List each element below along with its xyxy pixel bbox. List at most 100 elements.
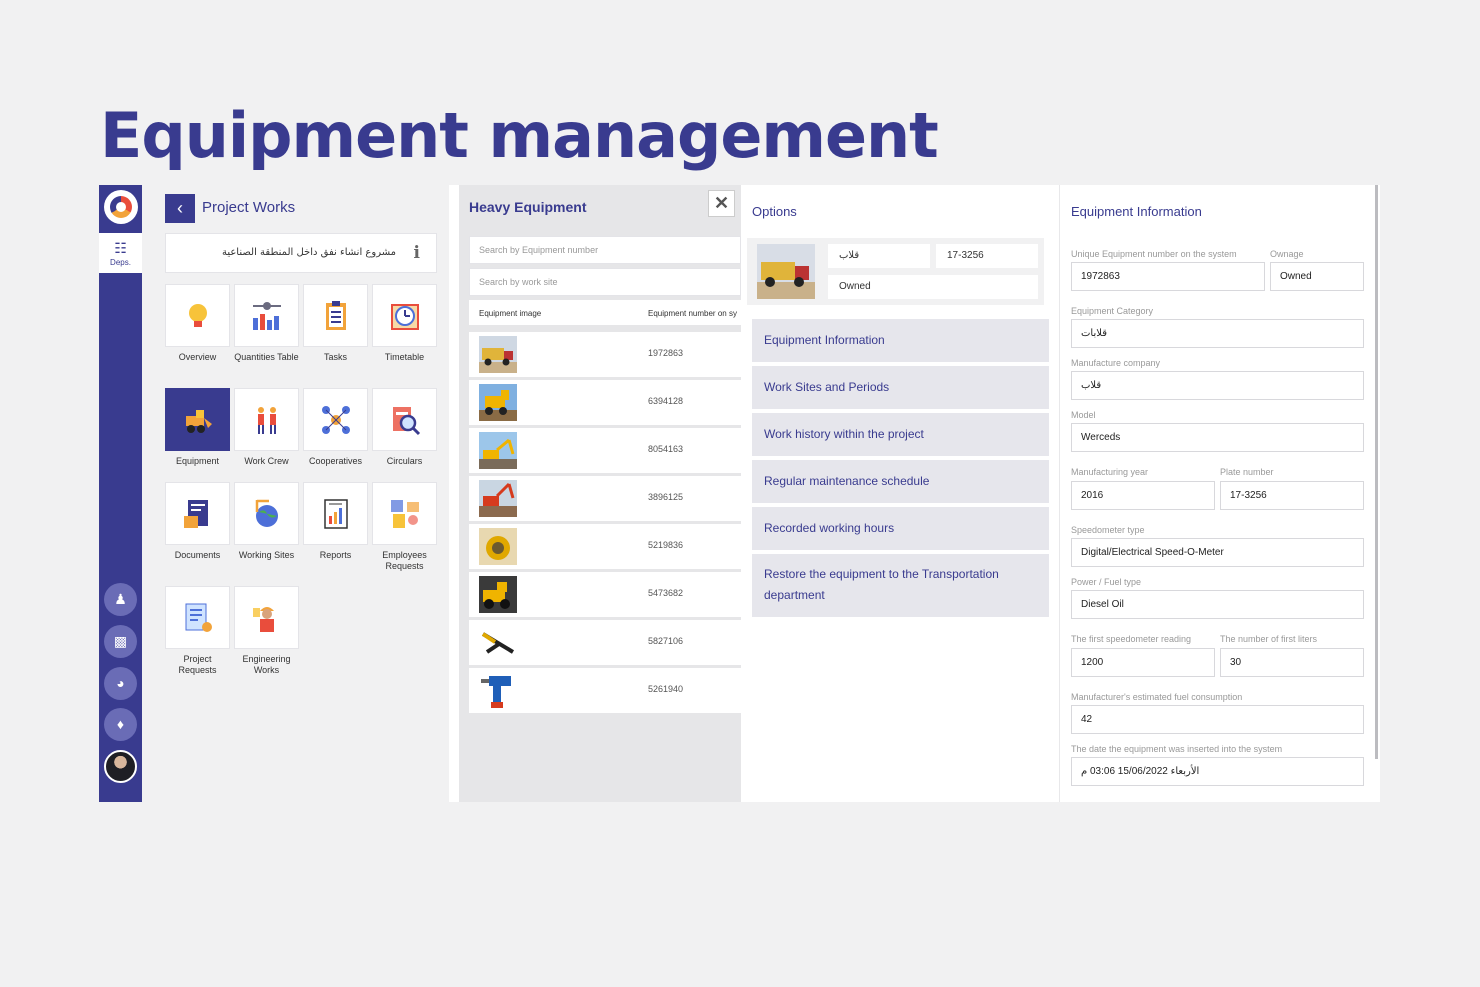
search-equipment-number-input[interactable]: Search by Equipment number: [469, 236, 741, 264]
plate-label: Plate number: [1220, 467, 1274, 477]
tile-work-crew[interactable]: Work Crew: [234, 388, 299, 467]
tile-overview[interactable]: Overview: [165, 284, 230, 363]
equipment-information-panel: Equipment Information Unique Equipment n…: [1061, 185, 1380, 802]
rail-users-button[interactable]: ♟: [104, 583, 137, 616]
tile-label: Overview: [178, 352, 217, 362]
project-name-box[interactable]: مشروع انشاء نفق داخل المنطقة الصناعية i: [165, 233, 437, 273]
model-field[interactable]: Werceds: [1071, 423, 1364, 452]
close-icon: ✕: [713, 193, 730, 213]
table-row[interactable]: 5261940: [469, 668, 741, 713]
option-working-hours[interactable]: Recorded working hours: [752, 507, 1049, 550]
fuel-field[interactable]: Diesel Oil: [1071, 590, 1364, 619]
tile-employees-requests[interactable]: Employees Requests: [372, 482, 437, 572]
panel-title: Heavy Equipment: [469, 199, 587, 215]
scrollbar[interactable]: [1375, 185, 1378, 759]
table-row[interactable]: 5473682: [469, 572, 741, 617]
chevron-left-icon: ‹: [177, 198, 183, 218]
option-work-sites-periods[interactable]: Work Sites and Periods: [752, 366, 1049, 409]
panel-title: Project Works: [202, 199, 296, 216]
tile-label: Circulars: [386, 456, 423, 466]
manufacturer-field[interactable]: قلاب: [1071, 371, 1364, 400]
quantities-chart-icon: [253, 302, 281, 330]
rail-dashboard-button[interactable]: ◕: [104, 667, 137, 700]
info-icon[interactable]: i: [414, 243, 420, 263]
options-panel: Options قلاب 17-3256 Owned Equipment Inf…: [742, 185, 1060, 802]
tile-working-sites[interactable]: Working Sites: [234, 482, 299, 561]
search-work-site-input[interactable]: Search by work site: [469, 268, 741, 296]
rail-tab-label: Deps.: [110, 258, 131, 267]
tile-project-requests[interactable]: Project Requests: [165, 586, 230, 676]
column-header-number[interactable]: Equipment number on sy: [648, 309, 737, 318]
tile-label: Engineering Works: [242, 654, 291, 675]
tile-cooperatives[interactable]: Cooperatives: [303, 388, 368, 467]
speedometer-field[interactable]: Digital/Electrical Speed-O-Meter: [1071, 538, 1364, 567]
category-field[interactable]: قلابات: [1071, 319, 1364, 348]
tile-equipment[interactable]: Equipment: [165, 388, 230, 467]
tile-tasks[interactable]: Tasks: [303, 284, 368, 363]
tile-reports[interactable]: Reports: [303, 482, 368, 561]
equipment-number: 3896125: [648, 492, 684, 502]
plate-field[interactable]: 17-3256: [1220, 481, 1364, 510]
app-window: ☷ Deps. ♟ ▩ ◕ ♦ ‹ Project Works مشروع ان…: [99, 185, 1380, 802]
equipment-thumbnail: [479, 672, 517, 709]
unique-number-label: Unique Equipment number on the system: [1071, 249, 1237, 259]
tile-documents[interactable]: Documents: [165, 482, 230, 561]
option-maintenance-schedule[interactable]: Regular maintenance schedule: [752, 460, 1049, 503]
equipment-thumbnail: [479, 432, 517, 469]
rail-tab-departments[interactable]: ☷ Deps.: [99, 233, 142, 273]
equipment-number: 5219836: [648, 540, 684, 550]
ownage-field[interactable]: Owned: [1270, 262, 1364, 291]
tile-engineering-works[interactable]: Engineering Works: [234, 586, 299, 676]
tile-quantities-table[interactable]: Quantities Table: [234, 284, 299, 363]
rail-meeting-button[interactable]: ▩: [104, 625, 137, 658]
rail-notifications-button[interactable]: ♦: [104, 708, 137, 741]
clock-calendar-icon: [391, 304, 419, 330]
tile-label: Project Requests: [178, 654, 217, 675]
equipment-category-value: قلاب: [828, 244, 930, 268]
tile-label: Documents: [174, 550, 221, 560]
employee-request-icon: [391, 500, 419, 528]
tile-circulars[interactable]: Circulars: [372, 388, 437, 467]
equipment-thumbnail: [479, 480, 517, 517]
option-work-history[interactable]: Work history within the project: [752, 413, 1049, 456]
project-works-panel: ‹ Project Works مشروع انشاء نفق داخل الم…: [142, 185, 449, 802]
back-button[interactable]: ‹: [165, 194, 195, 223]
first-liters-field[interactable]: 30: [1220, 648, 1364, 677]
equipment-ownage-value: Owned: [828, 275, 1038, 299]
table-row[interactable]: 1972863: [469, 332, 741, 377]
table-row[interactable]: 5219836: [469, 524, 741, 569]
user-avatar[interactable]: [104, 750, 137, 783]
workers-icon: [258, 407, 276, 434]
selected-equipment-card: قلاب 17-3256 Owned: [747, 238, 1044, 305]
tile-label: Quantities Table: [234, 352, 299, 362]
table-row[interactable]: 5827106: [469, 620, 741, 665]
ownage-label: Ownage: [1270, 249, 1304, 259]
close-button[interactable]: ✕: [708, 190, 735, 217]
equipment-plate-value: 17-3256: [936, 244, 1038, 268]
app-logo[interactable]: [104, 190, 138, 224]
panel-title: Equipment Information: [1071, 204, 1202, 219]
inserted-date-field[interactable]: الأربعاء 15/06/2022 03:06 م: [1071, 757, 1364, 786]
table-row[interactable]: 8054163: [469, 428, 741, 473]
table-row[interactable]: 6394128: [469, 380, 741, 425]
meeting-icon: ▩: [113, 633, 128, 649]
table-row[interactable]: 3896125: [469, 476, 741, 521]
manufacturer-label: Manufacture company: [1071, 358, 1161, 368]
users-icon: ♟: [114, 591, 127, 607]
option-restore-equipment[interactable]: Restore the equipment to the Transportat…: [752, 554, 1049, 617]
option-equipment-information[interactable]: Equipment Information: [752, 319, 1049, 362]
equipment-thumbnail: [757, 244, 815, 299]
tile-label: Cooperatives: [308, 456, 363, 466]
first-reading-field[interactable]: 1200: [1071, 648, 1215, 677]
year-field[interactable]: 2016: [1071, 481, 1215, 510]
equipment-number: 5261940: [648, 684, 684, 694]
first-reading-label: The first speedometer reading: [1071, 634, 1192, 644]
heavy-equipment-panel: Heavy Equipment ✕ Search by Equipment nu…: [459, 185, 741, 802]
tile-timetable[interactable]: Timetable: [372, 284, 437, 363]
unique-number-field[interactable]: 1972863: [1071, 262, 1265, 291]
page-headline: Equipment management: [100, 99, 939, 172]
speedometer-label: Speedometer type: [1071, 525, 1145, 535]
project-request-icon: [185, 603, 212, 632]
equipment-thumbnail: [479, 576, 517, 613]
consumption-field[interactable]: 42: [1071, 705, 1364, 734]
